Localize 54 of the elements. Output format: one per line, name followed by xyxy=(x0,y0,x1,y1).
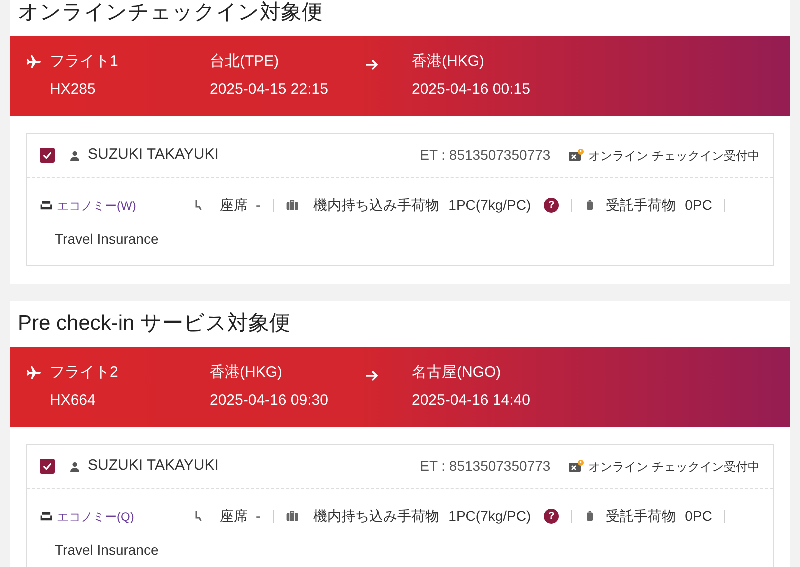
checked-baggage-label: 受託手荷物 xyxy=(606,196,676,215)
section-title: オンラインチェックイン対象便 xyxy=(18,0,323,26)
suitcase-icon xyxy=(286,199,299,212)
destination-airport: 名古屋(NGO) xyxy=(412,362,502,382)
seat-label: 座席 xyxy=(220,196,248,215)
arrival-time: 2025-04-16 14:40 xyxy=(412,391,530,411)
arrow-icon xyxy=(364,368,380,384)
checked-baggage-value: 0PC xyxy=(685,196,712,215)
carry-on-value: 1PC(7kg/PC) xyxy=(448,507,532,526)
seat-class-icon xyxy=(40,199,53,212)
ticket-number: ET : 8513507350773 xyxy=(420,146,551,165)
checkin-status: オンライン チェックイン受付中 xyxy=(588,148,760,164)
plane-icon xyxy=(26,364,42,381)
seat-class-icon xyxy=(40,510,53,523)
destination-airport: 香港(HKG) xyxy=(412,52,486,72)
departure-time: 2025-04-16 09:30 xyxy=(210,391,330,411)
plane-icon xyxy=(26,54,42,70)
suitcase-icon xyxy=(286,510,299,523)
person-icon xyxy=(69,460,81,472)
passenger-name: SUZUKI TAKAYUKI xyxy=(88,145,219,166)
carry-on-value: 1PC(7kg/PC) xyxy=(448,196,532,215)
cabin-class: エコノミー(W) xyxy=(57,198,138,214)
checked-baggage-label: 受託手荷物 xyxy=(606,507,676,526)
origin-airport: 台北(TPE) xyxy=(210,52,280,72)
passenger-name: SUZUKI TAKAYUKI xyxy=(88,456,219,476)
flight-label: フライト2 xyxy=(50,362,118,382)
arrival-time: 2025-04-16 00:15 xyxy=(412,80,530,100)
checkbox[interactable] xyxy=(40,459,55,474)
arrow-icon xyxy=(364,57,380,73)
person-icon xyxy=(69,150,81,162)
checkmark-icon xyxy=(42,150,53,161)
insurance-label: Travel Insurance xyxy=(55,542,159,558)
help-icon[interactable]: ? xyxy=(544,198,560,213)
checkmark-icon xyxy=(42,461,53,472)
ticket-icon xyxy=(566,458,585,474)
departure-time: 2025-04-15 22:15 xyxy=(210,80,330,100)
flight-number: HX285 xyxy=(49,80,97,100)
checkbox[interactable] xyxy=(40,148,55,163)
checkin-status: オンライン チェックイン受付中 xyxy=(588,458,760,476)
help-icon[interactable]: ? xyxy=(544,509,560,524)
flight-number: HX664 xyxy=(49,391,97,411)
seat-value: - xyxy=(256,507,261,526)
origin-airport: 香港(HKG) xyxy=(210,362,284,382)
checked-baggage-value: 0PC xyxy=(685,507,712,526)
seat-value: - xyxy=(256,196,261,215)
seat-label: 座席 xyxy=(220,507,248,526)
carry-on-label: 機内持ち込み手荷物 xyxy=(314,196,440,215)
ticket-icon xyxy=(566,148,585,164)
insurance-label: Travel Insurance xyxy=(55,231,159,247)
cabin-class: エコノミー(Q) xyxy=(57,508,136,526)
carry-on-label: 機内持ち込み手荷物 xyxy=(314,507,440,526)
flight-label: フライト1 xyxy=(50,52,118,72)
ticket-number: ET : 8513507350773 xyxy=(420,457,551,476)
section-title: Pre check-in サービス対象便 xyxy=(18,311,291,338)
